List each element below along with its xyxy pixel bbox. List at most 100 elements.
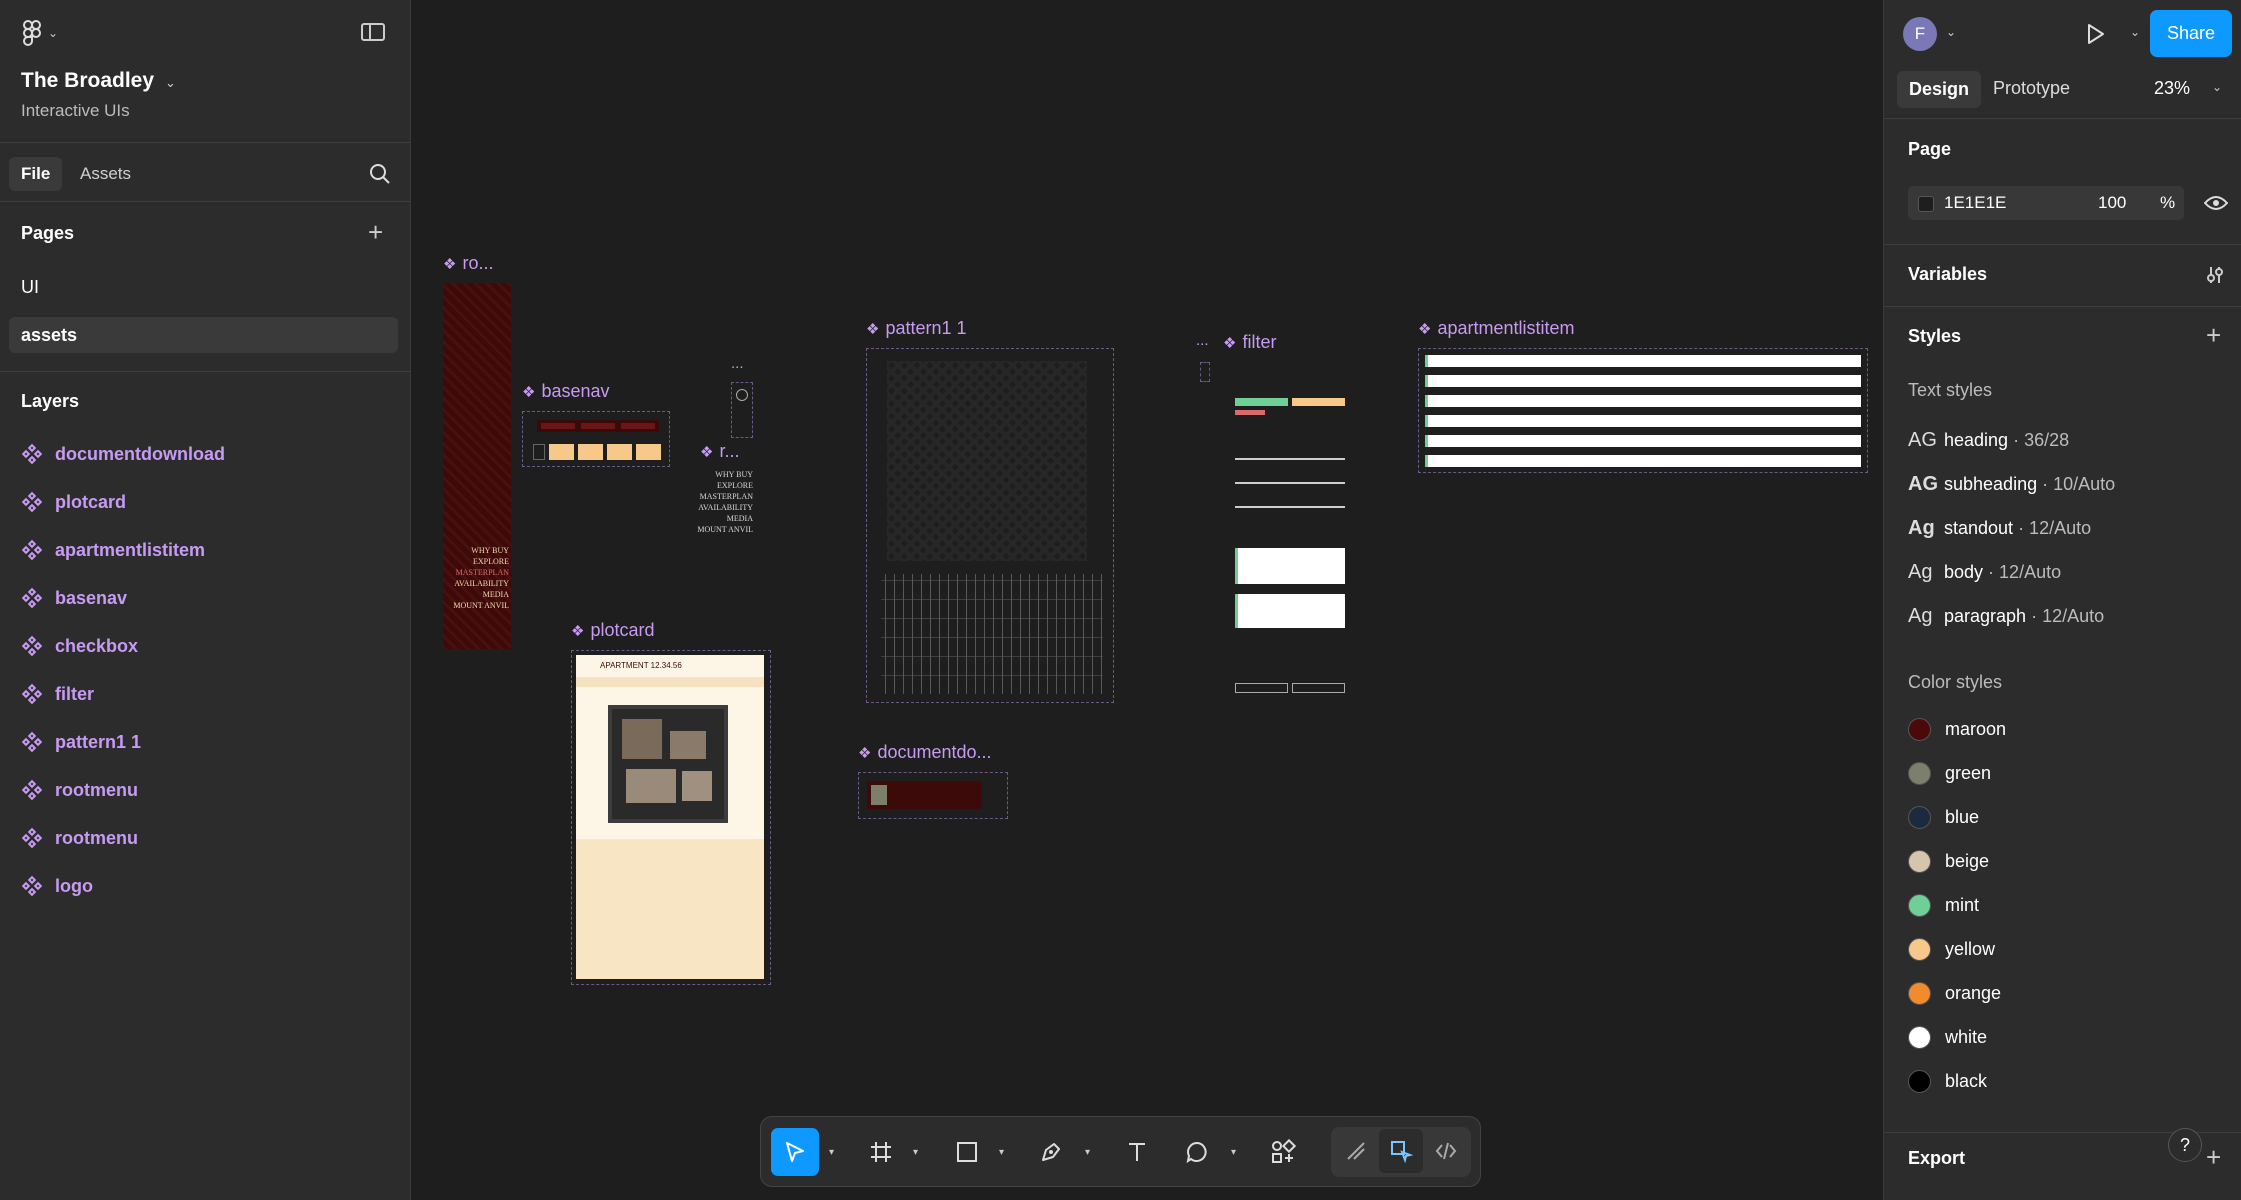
frame-label-checkbox[interactable]: ...	[1196, 332, 1209, 349]
eye-icon[interactable]	[2204, 195, 2228, 211]
chevron-down-icon[interactable]: ⌄	[1946, 25, 1956, 39]
canvas[interactable]: ❖ ro... WHY BUY EXPLORE MASTERPLAN AVAILA…	[411, 0, 1883, 1200]
variables-settings-icon[interactable]	[2206, 266, 2224, 284]
chevron-down-icon[interactable]: ▾	[1085, 1147, 1090, 1158]
layer-item[interactable]: plotcard	[21, 491, 126, 513]
filter-frame[interactable]	[1235, 390, 1345, 695]
layer-item[interactable]: logo	[21, 875, 93, 897]
color-style-item[interactable]: yellow	[1908, 938, 1995, 961]
color-style-item[interactable]: beige	[1908, 850, 1989, 873]
text-style-icon: Ag	[1908, 517, 1935, 539]
pattern-frame[interactable]	[866, 348, 1114, 703]
frame-label-filter[interactable]: ❖ filter	[1223, 332, 1276, 353]
text-style-item[interactable]: Ag body · 12/Auto	[1908, 561, 2061, 584]
comment-tool-button[interactable]	[1177, 1128, 1217, 1176]
layer-item[interactable]: apartmentlistitem	[21, 539, 205, 561]
frame-label-rootmenu[interactable]: ❖ r...	[700, 441, 739, 462]
tab-assets[interactable]: Assets	[80, 164, 131, 184]
layer-item[interactable]: rootmenu	[21, 827, 138, 849]
layer-item[interactable]: basenav	[21, 587, 128, 609]
color-style-label: black	[1945, 1071, 1988, 1091]
color-style-item[interactable]: blue	[1908, 806, 1979, 829]
color-style-item[interactable]: maroon	[1908, 718, 2006, 741]
dev-mode-button[interactable]	[1425, 1129, 1467, 1173]
play-icon[interactable]	[2084, 23, 2106, 45]
page-fill-field[interactable]: 1E1E1E 100 %	[1908, 186, 2184, 220]
rootmenu-frame[interactable]: WHY BUY EXPLORE MASTERPLAN AVAILABILITY …	[443, 283, 511, 649]
layer-item[interactable]: documentdownload	[21, 443, 225, 465]
text-tool-button[interactable]	[1117, 1128, 1157, 1176]
basenav-frame[interactable]	[522, 411, 670, 467]
chevron-down-icon[interactable]: ▾	[913, 1147, 918, 1158]
color-style-item[interactable]: black	[1908, 1070, 1987, 1093]
text-style-item[interactable]: Ag standout · 12/Auto	[1908, 517, 2091, 540]
draw-mode-button[interactable]	[1335, 1129, 1377, 1173]
fill-opacity[interactable]: 100	[2098, 193, 2126, 213]
chevron-down-icon[interactable]: ⌄	[2212, 80, 2222, 94]
layer-label: basenav	[55, 588, 128, 608]
actions-tool-button[interactable]	[1261, 1128, 1305, 1176]
project-title[interactable]: The Broadley	[21, 69, 154, 93]
text-style-item[interactable]: AG heading · 36/28	[1908, 429, 2069, 452]
text-style-item[interactable]: Ag paragraph · 12/Auto	[1908, 605, 2104, 628]
add-export-icon[interactable]: +	[2206, 1144, 2221, 1170]
variables-heading[interactable]: Variables	[1908, 264, 1987, 285]
frame-label-basenav[interactable]: ❖ basenav	[522, 381, 610, 402]
frame-label-plotcard[interactable]: ❖ plotcard	[571, 620, 655, 641]
documentdownload-frame[interactable]	[858, 772, 1008, 819]
chevron-down-icon[interactable]: ▾	[829, 1147, 834, 1158]
chevron-down-icon[interactable]: ⌄	[165, 75, 176, 91]
help-button[interactable]: ?	[2168, 1128, 2202, 1162]
layer-item[interactable]: rootmenu	[21, 779, 138, 801]
search-icon[interactable]	[369, 163, 391, 185]
checkbox-frame[interactable]	[1200, 362, 1210, 382]
apartmentlistitem-frame[interactable]	[1418, 348, 1868, 473]
chevron-down-icon[interactable]: ▾	[1231, 1147, 1236, 1158]
chevron-down-icon[interactable]: ⌄	[2130, 25, 2140, 39]
color-style-item[interactable]: green	[1908, 762, 1991, 785]
frame-tool-button[interactable]	[861, 1128, 901, 1176]
logo-frame[interactable]	[731, 382, 753, 438]
main-menu-button[interactable]: ⌄	[22, 20, 58, 46]
avatar[interactable]: F	[1903, 17, 1937, 51]
layer-item[interactable]: checkbox	[21, 635, 138, 657]
frame-label-logo[interactable]: ...	[731, 355, 744, 372]
layer-label: filter	[55, 684, 95, 704]
frame-label-pattern[interactable]: ❖ pattern1 1	[866, 318, 967, 339]
add-style-icon[interactable]: +	[2206, 322, 2221, 348]
frame-label-apartmentlistitem[interactable]: ❖ apartmentlistitem	[1418, 318, 1575, 339]
layer-item[interactable]: pattern1 1	[21, 731, 141, 753]
tab-design[interactable]: Design	[1897, 71, 1982, 108]
move-tool-button[interactable]	[771, 1128, 819, 1176]
text-icon	[1129, 1143, 1145, 1161]
color-style-item[interactable]: orange	[1908, 982, 2001, 1005]
pen-tool-button[interactable]	[1031, 1128, 1071, 1176]
tab-file[interactable]: File	[9, 157, 63, 191]
frame-icon	[871, 1142, 891, 1162]
frame-label-documentdownload[interactable]: ❖ documentdo...	[858, 742, 992, 763]
fill-hex[interactable]: 1E1E1E	[1944, 193, 2006, 213]
add-page-icon[interactable]: +	[368, 219, 383, 245]
frame-label-rootmenu[interactable]: ❖ ro...	[443, 253, 493, 274]
figma-logo-icon	[22, 20, 41, 46]
page-item-ui[interactable]: UI	[9, 269, 398, 305]
basenav-row-top	[537, 420, 659, 432]
project-subtitle[interactable]: Interactive UIs	[21, 101, 130, 121]
sidebar-toggle-icon[interactable]	[361, 23, 385, 41]
filter-slider	[1235, 458, 1345, 460]
text-style-item[interactable]: AG subheading · 10/Auto	[1908, 473, 2115, 496]
plotcard-frame[interactable]: APARTMENT 12.34.56	[571, 650, 771, 985]
shape-tool-button[interactable]	[947, 1128, 987, 1176]
page-item-assets[interactable]: assets	[9, 317, 398, 353]
zoom-level[interactable]: 23%	[2154, 78, 2190, 99]
share-button[interactable]: Share	[2150, 10, 2232, 57]
design-mode-button[interactable]	[1379, 1129, 1423, 1173]
chevron-down-icon[interactable]: ▾	[999, 1147, 1004, 1158]
fill-swatch[interactable]	[1918, 196, 1934, 212]
plotcard-tabs	[576, 677, 764, 687]
export-heading[interactable]: Export	[1908, 1148, 1965, 1169]
tab-prototype[interactable]: Prototype	[1993, 78, 2070, 99]
color-style-item[interactable]: white	[1908, 1026, 1987, 1049]
layer-item[interactable]: filter	[21, 683, 95, 705]
color-style-item[interactable]: mint	[1908, 894, 1979, 917]
